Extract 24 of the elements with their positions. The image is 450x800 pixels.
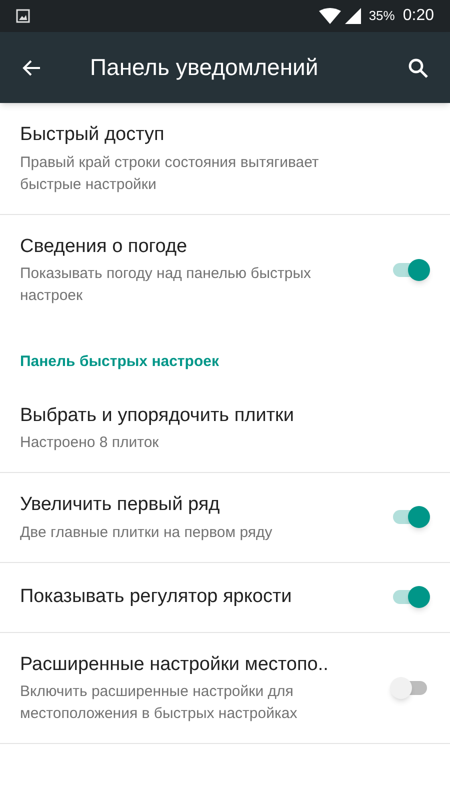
image-icon bbox=[16, 9, 30, 23]
row-title: Выбрать и упорядочить плитки bbox=[20, 404, 295, 428]
settings-row[interactable]: Расширенные настройки местопо.. Включить расширенные настройки для местоположения в быстрых настройках bbox=[0, 632, 450, 744]
row-summary: Настроено 8 плиток bbox=[20, 433, 160, 453]
wifi-icon bbox=[318, 8, 341, 24]
settings-row[interactable]: Показывать регулятор яркости bbox=[0, 562, 450, 632]
screen-title: Панель уведомлений bbox=[90, 53, 320, 82]
row-summary: Включить расширенные настройки для местоположения в быстрых настройках bbox=[20, 682, 298, 724]
signal-icon bbox=[344, 8, 361, 24]
row-title: Сведения о погоде bbox=[20, 234, 188, 258]
row-title: Увеличить первый ряд bbox=[20, 493, 221, 517]
battery-level: 35% bbox=[368, 7, 395, 26]
row-summary: Правый край строки состояния вытягивает быстрые настройки bbox=[20, 152, 320, 194]
section-header: Панель быстрых настроек bbox=[19, 352, 220, 372]
row-title: Расширенные настройки местопо.. bbox=[20, 652, 330, 676]
settings-row[interactable]: Сведения о погоде Показывать погоду над панелью быстрых настроек bbox=[0, 214, 450, 325]
row-summary: Показывать погоду над панелью быстрых настроек bbox=[20, 264, 312, 306]
settings-row[interactable]: Увеличить первый ряд Две главные плитки на первом ряду bbox=[0, 473, 450, 562]
settings-row[interactable]: Быстрый доступ Правый край строки состояния вытягивает быстрые настройки bbox=[0, 103, 450, 214]
row-summary: Две главные плитки на первом ряду bbox=[20, 522, 274, 542]
settings-row[interactable]: Выбрать и упорядочить плитки Настроено 8 плиток bbox=[0, 384, 450, 473]
row-title: Быстрый доступ bbox=[20, 123, 166, 147]
row-title: Показывать регулятор яркости bbox=[20, 584, 293, 609]
clock: 0:20 bbox=[402, 6, 434, 26]
